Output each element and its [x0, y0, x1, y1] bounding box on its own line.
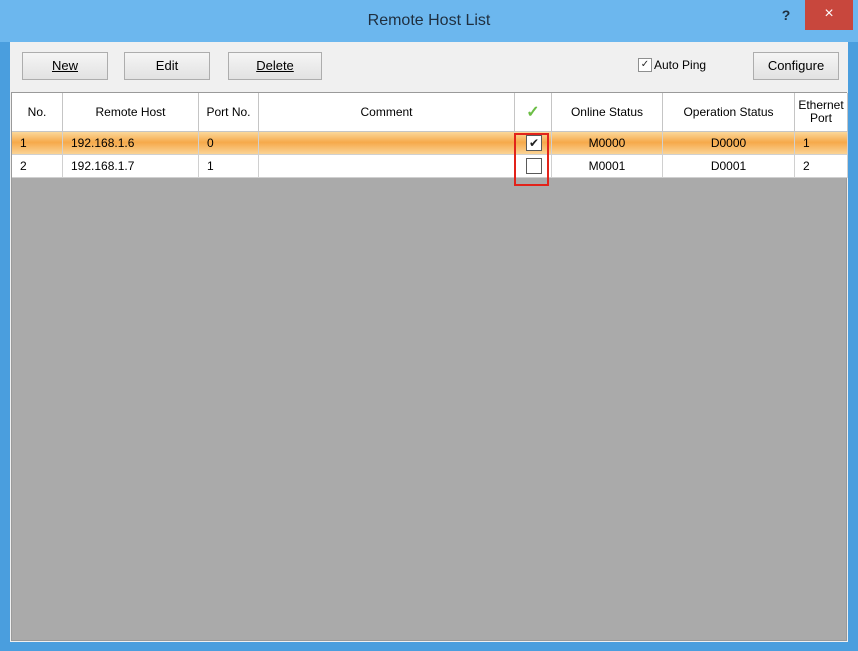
column-header-remote-host[interactable]: Remote Host [63, 93, 199, 132]
auto-ping-check-icon[interactable]: ✓ [638, 58, 652, 72]
new-button-label: New [51, 58, 78, 73]
cell-port-no: 0 [199, 132, 259, 155]
column-header-ethernet-port[interactable]: Ethernet Port [795, 93, 848, 132]
checkmark-icon: ✓ [526, 103, 540, 121]
table-row[interactable]: 2 192.168.1.7 1 M0001 D0001 2 [12, 155, 848, 178]
close-button[interactable]: × [805, 0, 853, 30]
help-button[interactable]: ? [775, 6, 797, 24]
configure-button[interactable]: Configure [753, 52, 839, 80]
cell-ethernet-port: 1 [795, 132, 848, 155]
highlight-annotation [514, 133, 549, 186]
delete-button-label: Delete [256, 58, 294, 73]
column-header-enabled[interactable]: ✓ [515, 93, 552, 132]
column-header-comment[interactable]: Comment [259, 93, 515, 132]
cell-comment [259, 132, 515, 155]
remote-host-list-window: Remote Host List ? × New Edit Delete ✓ A… [0, 0, 858, 651]
column-header-operation-status[interactable]: Operation Status [663, 93, 795, 132]
edit-button-label: Edit [155, 58, 179, 73]
cell-port-no: 1 [199, 155, 259, 178]
title-bar[interactable]: Remote Host List ? × [0, 0, 858, 42]
cell-no: 2 [12, 155, 63, 178]
column-header-port-no[interactable]: Port No. [199, 93, 259, 132]
cell-no: 1 [12, 132, 63, 155]
cell-operation-status: D0000 [663, 132, 795, 155]
cell-comment [259, 155, 515, 178]
cell-remote-host: 192.168.1.6 [63, 132, 199, 155]
toolbar: New Edit Delete ✓ Auto Ping Configure [10, 42, 848, 90]
cell-remote-host: 192.168.1.7 [63, 155, 199, 178]
edit-button[interactable]: Edit [124, 52, 210, 80]
column-header-online-status[interactable]: Online Status [552, 93, 663, 132]
delete-button[interactable]: Delete [228, 52, 322, 80]
close-icon: × [824, 5, 834, 22]
ethernet-header-line2: Port [809, 111, 832, 125]
cell-online-status: M0000 [552, 132, 663, 155]
remote-host-table[interactable]: No. Remote Host Port No. Comment ✓ Onlin… [11, 92, 848, 641]
auto-ping-label: Auto Ping [654, 58, 707, 72]
cell-online-status: M0001 [552, 155, 663, 178]
table-row[interactable]: 1 192.168.1.6 0 M0000 D0000 1 ✔ [12, 132, 848, 155]
new-button[interactable]: New [22, 52, 108, 80]
cell-operation-status: D0001 [663, 155, 795, 178]
window-title: Remote Host List [367, 12, 491, 29]
table-header: No. Remote Host Port No. Comment ✓ Onlin… [12, 93, 848, 132]
column-header-no[interactable]: No. [12, 93, 63, 132]
configure-button-label: Configure [767, 58, 825, 73]
dialog-body: New Edit Delete ✓ Auto Ping Configure No… [10, 42, 848, 642]
cell-ethernet-port: 2 [795, 155, 848, 178]
